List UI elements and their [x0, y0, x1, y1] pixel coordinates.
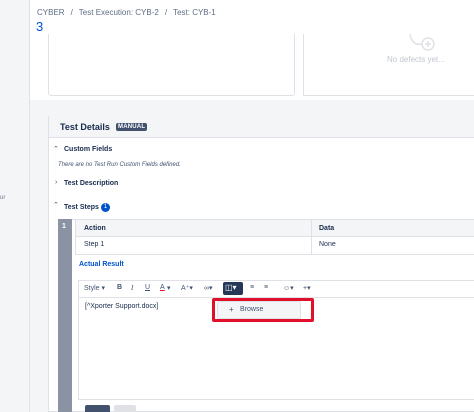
bold-button[interactable]: B	[117, 284, 122, 291]
custom-fields-note: There are no Test Run Custom Fields defi…	[58, 162, 181, 168]
step-data-cell[interactable]: None	[319, 241, 336, 248]
insert-more-button[interactable]: +▾	[303, 284, 311, 292]
breadcrumb-separator: /	[164, 8, 168, 17]
test-details-header	[48, 116, 474, 138]
step-number-column	[58, 219, 72, 412]
bullet-list-icon[interactable]: ≡	[250, 284, 254, 291]
manual-badge: MANUAL	[116, 123, 148, 131]
emoji-icon[interactable]: ☺▾	[283, 284, 294, 292]
save-button[interactable]	[85, 405, 110, 412]
column-header-data: Data	[319, 225, 335, 232]
step-action-cell[interactable]: Step 1	[84, 241, 104, 248]
info-panel	[48, 34, 295, 96]
more-formatting-icon[interactable]: A⁺▾	[181, 284, 193, 292]
breadcrumb-separator: /	[70, 8, 73, 17]
italic-button[interactable]: I	[131, 284, 133, 292]
attachment-button[interactable]: ◫▾	[223, 282, 243, 295]
row-divider	[76, 236, 474, 237]
breadcrumb: CYBER / Test Execution: CYB-2 / Test: CY…	[37, 8, 216, 17]
steps-count-badge: 1	[101, 203, 110, 212]
no-defects-text: No defects yet...	[387, 55, 445, 64]
breadcrumb-project[interactable]: CYBER	[37, 8, 65, 17]
chevron-down-icon[interactable]: ⌃	[53, 201, 59, 209]
plus-icon: +	[303, 285, 308, 292]
step-table-header	[76, 220, 474, 236]
editor-toolbar	[78, 280, 474, 297]
left-sidebar: ur	[0, 0, 30, 412]
page-title: 3	[36, 19, 44, 34]
numbered-list-icon[interactable]: ≡	[264, 284, 268, 291]
breadcrumb-execution[interactable]: Test Execution: CYB-2	[79, 8, 159, 17]
actual-result-label: Actual Result	[79, 261, 124, 268]
step-number: 1	[62, 223, 66, 230]
page: ur CYBER / Test Execution: CYB-2 / Test:…	[0, 0, 474, 412]
test-steps-toggle[interactable]: Test Steps	[64, 204, 99, 211]
highlight-annotation	[212, 298, 314, 322]
sidebar-fragment-text: ur	[0, 195, 6, 201]
attachment-icon: ◫▾	[225, 283, 237, 292]
breadcrumb-test[interactable]: Test: CYB-1	[173, 8, 216, 17]
column-header-action: Action	[84, 225, 106, 232]
style-label: Style	[84, 285, 100, 292]
link-icon[interactable]: ∞▾	[204, 284, 213, 292]
cancel-button[interactable]	[114, 405, 136, 412]
test-details-title: Test Details	[60, 122, 110, 132]
chevron-right-icon[interactable]: ›	[55, 179, 57, 186]
chevron-down-icon[interactable]: ⌃	[53, 145, 59, 153]
text-color-button[interactable]: A	[160, 284, 165, 291]
defect-icon	[409, 34, 435, 51]
defects-panel	[303, 34, 474, 96]
column-divider	[311, 219, 312, 255]
custom-fields-toggle[interactable]: Custom Fields	[64, 146, 112, 153]
test-description-toggle[interactable]: Test Description	[64, 180, 118, 187]
editor-content[interactable]: [^Xporter Support.docx]	[85, 303, 158, 310]
underline-button[interactable]: U	[145, 284, 150, 291]
style-dropdown[interactable]: Style ▾	[84, 284, 105, 292]
chevron-down-icon[interactable]: ▾	[167, 284, 171, 292]
